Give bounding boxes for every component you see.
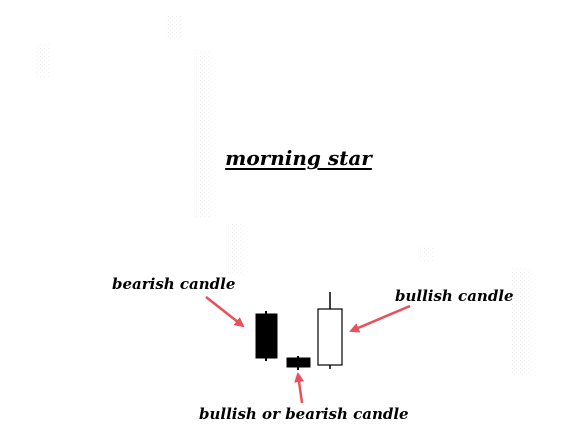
middle-candle-arrow bbox=[294, 372, 305, 404]
morning-star-diagram: morning star bearish candle bullish cand… bbox=[0, 0, 569, 433]
bullish-candle-arrow bbox=[349, 304, 411, 333]
bullish-candle-body bbox=[317, 308, 343, 366]
middle-candle-label: bullish or bearish candle bbox=[199, 405, 409, 423]
bullish-candle-label: bullish candle bbox=[395, 287, 514, 305]
bearish-candle-body bbox=[255, 313, 278, 359]
bearish-candle-arrow bbox=[205, 296, 245, 328]
candlestick-illustration bbox=[205, 292, 411, 404]
bearish-candle-label: bearish candle bbox=[112, 275, 236, 293]
middle-candle-body bbox=[286, 357, 311, 368]
middle-candle bbox=[286, 356, 311, 370]
bullish-candle bbox=[317, 292, 343, 369]
bearish-candle bbox=[255, 311, 278, 361]
